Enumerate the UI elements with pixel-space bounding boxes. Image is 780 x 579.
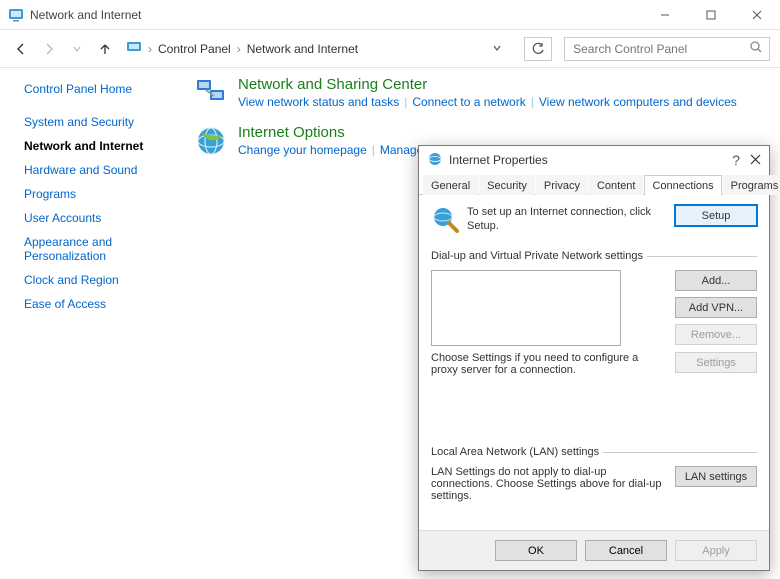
category-title[interactable]: Internet Options [238, 124, 721, 141]
sidebar-item[interactable]: Network and Internet [24, 134, 176, 158]
control-panel-small-icon [126, 39, 142, 58]
sidebar-item[interactable]: Clock and Region [24, 268, 176, 292]
add-button[interactable]: Add... [675, 270, 757, 291]
add-vpn-button[interactable]: Add VPN... [675, 297, 757, 318]
address-dropdown[interactable] [486, 42, 508, 56]
internet-properties-dialog: Internet Properties ? GeneralSecurityPri… [418, 145, 770, 571]
control-panel-home-link[interactable]: Control Panel Home [24, 82, 176, 96]
refresh-button[interactable] [524, 37, 552, 61]
up-button[interactable] [94, 38, 116, 60]
link-separator: | [526, 95, 539, 109]
lan-instruction-text: LAN Settings do not apply to dial-up con… [431, 466, 665, 502]
settings-button[interactable]: Settings [675, 352, 757, 373]
sidebar-item[interactable]: System and Security [24, 110, 176, 134]
internet-options-icon[interactable] [194, 124, 228, 158]
lan-settings-button[interactable]: LAN settings [675, 466, 757, 487]
search-input[interactable] [571, 41, 743, 57]
dialog-titlebar: Internet Properties ? [419, 146, 769, 174]
connections-listbox[interactable] [431, 270, 621, 346]
control-panel-icon [8, 7, 24, 23]
link-separator: | [399, 95, 412, 109]
cancel-button[interactable]: Cancel [585, 540, 667, 561]
forward-button[interactable] [38, 38, 60, 60]
dialog-help-button[interactable]: ? [732, 152, 740, 168]
sidebar-item[interactable]: User Accounts [24, 206, 176, 230]
window-title: Network and Internet [30, 8, 141, 22]
recent-dropdown[interactable] [66, 38, 88, 60]
tab-security[interactable]: Security [479, 175, 535, 195]
tab-privacy[interactable]: Privacy [536, 175, 588, 195]
tab-general[interactable]: General [423, 175, 478, 195]
address-bar[interactable]: › Control Panel › Network and Internet [122, 37, 512, 61]
back-button[interactable] [10, 38, 32, 60]
internet-options-small-icon [427, 151, 443, 170]
close-button[interactable] [734, 0, 780, 30]
chevron-right-icon[interactable]: › [235, 42, 243, 56]
category-link[interactable]: Change your homepage [238, 143, 367, 157]
search-icon[interactable] [743, 40, 763, 57]
sidebar-item[interactable]: Ease of Access [24, 292, 176, 316]
chevron-right-icon[interactable]: › [146, 42, 154, 56]
tab-content[interactable]: Content [589, 175, 644, 195]
sidebar-item[interactable]: Programs [24, 182, 176, 206]
apply-button[interactable]: Apply [675, 540, 757, 561]
lan-settings-group: Local Area Network (LAN) settings LAN Se… [431, 446, 757, 502]
minimize-button[interactable] [642, 0, 688, 30]
category-title[interactable]: Network and Sharing Center [238, 76, 737, 93]
breadcrumb-current[interactable]: Network and Internet [247, 42, 358, 56]
sidebar-item[interactable]: Appearance and Personalization [24, 230, 176, 268]
dialog-title: Internet Properties [449, 153, 548, 167]
setup-instruction-text: To set up an Internet connection, click … [467, 205, 667, 234]
network-sharing-icon[interactable] [194, 76, 228, 110]
dialog-tabs: GeneralSecurityPrivacyContentConnections… [419, 174, 769, 195]
lan-settings-legend: Local Area Network (LAN) settings [431, 446, 603, 458]
explorer-navbar: › Control Panel › Network and Internet [0, 30, 780, 68]
setup-button[interactable]: Setup [675, 205, 757, 226]
category-link[interactable]: View network computers and devices [539, 95, 737, 109]
dialog-footer: OK Cancel Apply [419, 530, 769, 570]
dialog-close-button[interactable] [750, 152, 761, 168]
sidebar: Control Panel Home System and SecurityNe… [0, 68, 190, 579]
category-network-sharing: Network and Sharing Center View network … [194, 76, 770, 110]
window-titlebar: Network and Internet [0, 0, 780, 30]
connection-wizard-icon [431, 205, 459, 236]
maximize-button[interactable] [688, 0, 734, 30]
breadcrumb-root[interactable]: Control Panel [158, 42, 231, 56]
tab-connections[interactable]: Connections [644, 175, 721, 195]
category-link[interactable]: Connect to a network [412, 95, 525, 109]
category-link[interactable]: View network status and tasks [238, 95, 399, 109]
tab-programs[interactable]: Programs [723, 175, 780, 195]
link-separator: | [367, 143, 380, 157]
search-box[interactable] [564, 37, 770, 61]
remove-button[interactable]: Remove... [675, 324, 757, 345]
vpn-settings-legend: Dial-up and Virtual Private Network sett… [431, 250, 647, 262]
sidebar-item[interactable]: Hardware and Sound [24, 158, 176, 182]
vpn-settings-group: Dial-up and Virtual Private Network sett… [431, 250, 757, 376]
ok-button[interactable]: OK [495, 540, 577, 561]
proxy-instruction-text: Choose Settings if you need to configure… [431, 352, 665, 376]
